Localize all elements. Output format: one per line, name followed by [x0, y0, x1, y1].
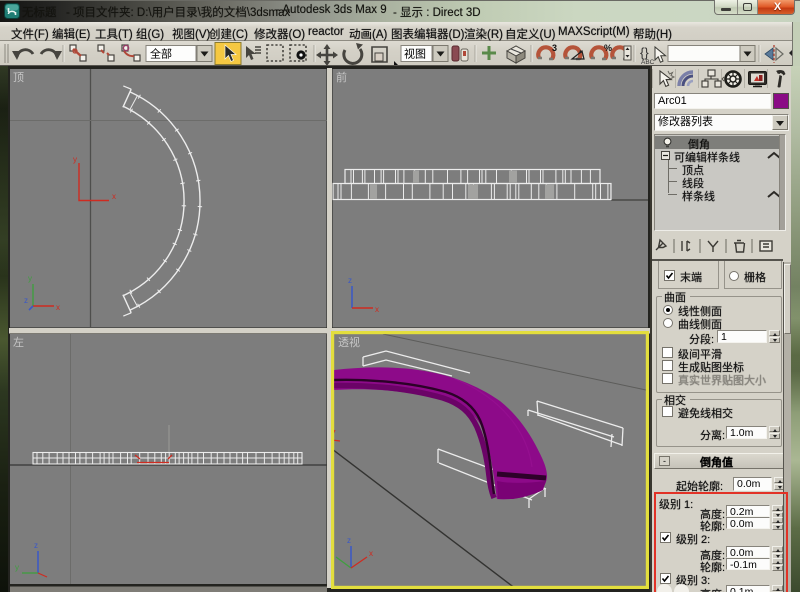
svg-text:前: 前 — [336, 70, 347, 84]
svg-text:ABC: ABC — [641, 59, 655, 66]
svg-text:x: x — [112, 192, 116, 201]
svg-text:x: x — [56, 303, 60, 312]
svg-text:全部: 全部 — [150, 47, 172, 61]
svg-text:视图: 视图 — [404, 47, 426, 61]
svg-text:3: 3 — [552, 43, 557, 53]
svg-text:{}: {} — [640, 45, 649, 60]
svg-text:y: y — [15, 563, 19, 572]
svg-text:z: z — [24, 296, 28, 305]
svg-text:z: z — [347, 536, 351, 545]
svg-text:左: 左 — [13, 336, 24, 349]
svg-text:y: y — [73, 155, 77, 164]
svg-text:x: x — [369, 549, 373, 558]
svg-text:y: y — [28, 274, 32, 283]
svg-text:z: z — [348, 276, 352, 285]
svg-text:x: x — [375, 305, 379, 314]
svg-text:z: z — [34, 541, 38, 550]
svg-text:透视: 透视 — [338, 335, 360, 349]
svg-text:顶: 顶 — [13, 71, 24, 84]
